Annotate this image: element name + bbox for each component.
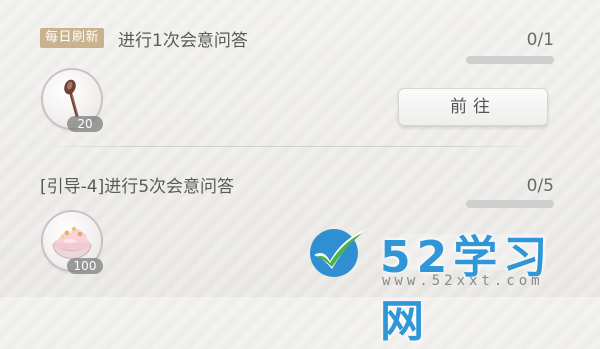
task-row-1: 每日刷新 进行1次会意问答 0/1 20 前往 — [0, 0, 600, 145]
watermark: 52学习网 www.52xxt.com — [300, 215, 600, 347]
reward-item[interactable]: 100 — [43, 212, 103, 274]
task-progress-bar — [466, 56, 554, 64]
reward-count: 100 — [67, 258, 103, 274]
task-title: [引导-4]进行5次会意问答 — [40, 177, 235, 197]
watermark-logo-icon — [310, 229, 366, 277]
task-progress-bar — [466, 200, 554, 208]
task-progress-text: 0/1 — [526, 30, 554, 50]
daily-refresh-badge: 每日刷新 — [40, 28, 105, 48]
task-progress-text: 0/5 — [526, 176, 554, 196]
divider — [36, 146, 546, 147]
reward-count: 20 — [67, 116, 103, 132]
reward-item[interactable]: 20 — [43, 70, 103, 132]
goto-button[interactable]: 前往 — [398, 88, 548, 126]
watermark-url: www.52xxt.com — [382, 273, 544, 289]
task-title: 进行1次会意问答 — [118, 31, 248, 51]
